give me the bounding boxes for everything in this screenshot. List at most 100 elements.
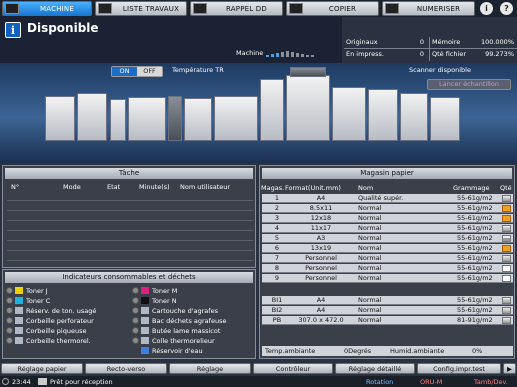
table-row[interactable] xyxy=(7,232,253,241)
info-circle-icon[interactable]: i xyxy=(480,2,493,15)
config-impr-test-button[interactable]: Config.impr.test xyxy=(417,363,501,374)
table-row[interactable] xyxy=(7,202,253,211)
status-dot-icon xyxy=(132,317,139,324)
impress-value: 0 xyxy=(419,50,424,58)
col-format: Format(Unit.mm) xyxy=(285,184,341,192)
reglage-papier-button[interactable]: Réglage papier xyxy=(1,363,83,374)
paper-weight: 55-61g/m2 xyxy=(457,244,493,252)
controleur-button[interactable]: Contrôleur xyxy=(253,363,333,374)
scanner-icon xyxy=(385,3,399,14)
table-row[interactable] xyxy=(7,252,253,261)
status-dot-icon xyxy=(132,297,139,304)
tab-machine[interactable]: MACHINE xyxy=(2,1,92,16)
info-icon[interactable]: i xyxy=(5,22,21,38)
paper-tray-row[interactable]: 7 Personnel Normal 55-61g/m2 xyxy=(262,254,513,263)
tab-rappel-dd[interactable]: RAPPEL DD xyxy=(190,1,283,16)
paper-name: Normal xyxy=(358,224,382,232)
counters-panel: Originaux 0 Mémoire 100.000% En impress.… xyxy=(344,37,517,61)
paper-name: Normal xyxy=(358,264,382,272)
paper-tray: 1 xyxy=(274,194,280,202)
waste-toner-icon xyxy=(15,307,23,314)
col-nom-utilisateur: Nom utilisateur xyxy=(180,183,231,191)
next-arrow-icon[interactable]: ▶ xyxy=(503,363,516,374)
table-row[interactable] xyxy=(7,222,253,231)
toggle-off[interactable]: OFF xyxy=(137,67,162,76)
paper-tray-row[interactable]: 8 Personnel Normal 55-61g/m2 xyxy=(262,264,513,273)
consumable-corbeille-perforateur: Corbeille perforateur xyxy=(6,316,94,325)
paper-level-icon xyxy=(502,297,511,304)
consumable-toner-m: Toner M xyxy=(132,286,177,295)
paper-tray: BI2 xyxy=(271,306,283,314)
paper-tray-row[interactable]: 6 13x19 Normal 55-61g/m2 xyxy=(262,244,513,253)
paper-format: A3 xyxy=(316,234,326,242)
consumable-corbeille-piqueuse: Corbeille piqueuse xyxy=(6,326,86,335)
status-dot-icon xyxy=(132,287,139,294)
paper-tray-row[interactable]: 3 12x18 Normal 55-61g/m2 xyxy=(262,214,513,223)
consumable-colle-thermorelieur: Colle thermorelieur xyxy=(132,336,215,345)
paper-level-icon xyxy=(502,205,511,212)
col-minutes: Minute(s) xyxy=(139,183,170,191)
paper-weight: 55-61g/m2 xyxy=(457,264,493,272)
task-panel-title: Tâche xyxy=(5,168,253,179)
paper-level-icon xyxy=(502,307,511,314)
consumable-reservoir-eau: Réservoir d'eau xyxy=(132,346,203,355)
reglage-button[interactable]: Réglage xyxy=(169,363,251,374)
col-grammage: Grammage xyxy=(453,184,490,192)
help-icon[interactable]: ? xyxy=(500,2,513,15)
lancer-echantillon-button[interactable]: Lancer échantillon xyxy=(427,79,511,90)
toggle-on[interactable]: ON xyxy=(112,67,137,76)
binder-bin-icon xyxy=(15,337,23,344)
reglage-detaille-button[interactable]: Réglage détaillé xyxy=(335,363,415,374)
status-dot-icon xyxy=(132,337,139,344)
paper-weight: 55-61g/m2 xyxy=(457,306,493,314)
paper-level-icon xyxy=(502,235,511,242)
paper-format: Personnel xyxy=(305,264,337,272)
toner-magenta-icon xyxy=(141,287,149,294)
paper-tray-row[interactable]: 5 A3 Normal 55-61g/m2 xyxy=(262,234,513,243)
memoire-value: 100.000% xyxy=(480,38,514,46)
paper-tray-row[interactable]: 9 Personnel Normal 55-61g/m2 xyxy=(262,274,513,283)
footer-rotation[interactable]: Rotation xyxy=(366,378,393,386)
paper-tray-row[interactable]: BI2 A4 Normal 55-61g/m2 xyxy=(262,306,513,315)
paper-weight: 55-61g/m2 xyxy=(457,274,493,282)
paper-format: A4 xyxy=(316,194,326,202)
paper-tray-row[interactable]: 2 8.5x11 Normal 55-61g/m2 xyxy=(262,204,513,213)
paper-format: 8.5x11 xyxy=(309,204,333,212)
col-magasin: Magas. xyxy=(261,184,285,192)
paper-tray: 6 xyxy=(274,244,280,252)
humid-label: Humid.ambiante xyxy=(390,347,445,355)
staple-waste-icon xyxy=(141,317,149,324)
paper-tray-row[interactable]: 1 A4 Qualité supér. 55-61g/m2 xyxy=(262,194,513,203)
machine-icon xyxy=(5,3,19,14)
paper-spacer xyxy=(262,284,513,296)
paper-format: A4 xyxy=(316,306,326,314)
paper-tray-row[interactable]: BI1 A4 Normal 55-61g/m2 xyxy=(262,296,513,305)
tab-copier[interactable]: COPIER xyxy=(286,1,379,16)
footer-tamb[interactable]: Tamb/Dev. xyxy=(474,378,508,386)
paper-tray-row[interactable]: PB 307.0 x 472.0 Normal 81-91g/m2 xyxy=(262,316,513,325)
hdd-recall-icon xyxy=(193,3,207,14)
tab-numeriser[interactable]: NUMERISER xyxy=(382,1,475,16)
paper-name: Qualité supér. xyxy=(358,194,404,202)
footer-oru[interactable]: ORU-M xyxy=(420,378,442,386)
table-row[interactable] xyxy=(7,192,253,201)
table-row[interactable] xyxy=(7,212,253,221)
tab-liste-travaux[interactable]: LISTE TRAVAUX xyxy=(95,1,187,16)
paper-level-icon xyxy=(502,317,511,324)
paper-name: Normal xyxy=(358,296,382,304)
recto-verso-button[interactable]: Recto-verso xyxy=(85,363,167,374)
paper-weight: 81-91g/m2 xyxy=(457,316,493,324)
table-row[interactable] xyxy=(7,242,253,251)
task-panel: Tâche N° Mode Etat Minute(s) Nom utilisa… xyxy=(2,165,256,268)
qte-fichier-value: 99.273% xyxy=(485,50,514,58)
paper-format: 13x19 xyxy=(310,244,332,252)
status-title: Disponible xyxy=(27,21,99,35)
col-num: N° xyxy=(11,183,20,191)
temperature-toggle[interactable]: ON OFF xyxy=(111,66,163,77)
paper-tray-row[interactable]: 4 11x17 Normal 55-61g/m2 xyxy=(262,224,513,233)
paper-name: Normal xyxy=(358,244,382,252)
scanner-status: Scanner disponible xyxy=(409,66,471,74)
paper-tray: 4 xyxy=(274,224,280,232)
status-dot-icon xyxy=(6,337,13,344)
consumable-toner-c: Toner C xyxy=(6,296,50,305)
